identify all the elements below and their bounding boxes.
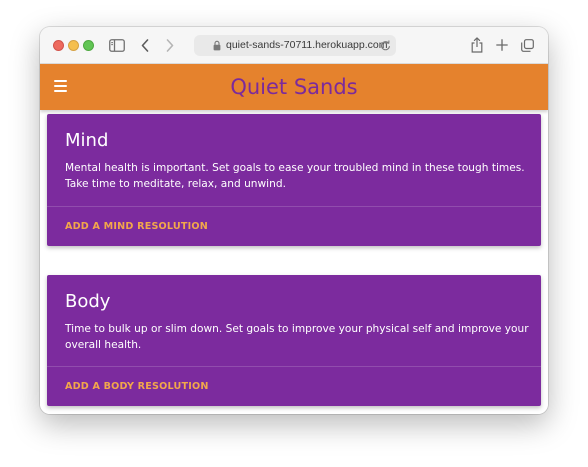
back-icon[interactable] [138, 36, 152, 54]
app-title: Quiet Sands [230, 75, 358, 99]
card-divider [47, 366, 541, 367]
zoom-window-button[interactable] [83, 40, 94, 51]
address-bar[interactable]: quiet-sands-70711.herokuapp.com [194, 35, 396, 56]
app-header: Quiet Sands [40, 64, 548, 110]
main-content: Mind Mental health is important. Set goa… [40, 110, 548, 414]
browser-toolbar: quiet-sands-70711.herokuapp.com [40, 27, 548, 64]
share-icon[interactable] [470, 36, 484, 54]
browser-window: quiet-sands-70711.herokuapp.com Quiet Sa… [40, 27, 548, 414]
card-title: Mind [65, 130, 109, 151]
card-divider [47, 206, 541, 207]
lock-icon [213, 40, 221, 51]
new-tab-icon[interactable] [495, 36, 509, 54]
minimize-window-button[interactable] [68, 40, 79, 51]
sidebar-icon[interactable] [108, 36, 126, 54]
add-mind-resolution-button[interactable]: ADD A MIND RESOLUTION [65, 221, 208, 232]
mind-card: Mind Mental health is important. Set goa… [47, 114, 541, 246]
close-window-button[interactable] [53, 40, 64, 51]
forward-icon[interactable] [163, 36, 177, 54]
add-body-resolution-button[interactable]: ADD A BODY RESOLUTION [65, 381, 209, 392]
body-card: Body Time to bulk up or slim down. Set g… [47, 275, 541, 406]
card-title: Body [65, 291, 111, 312]
card-description: Mental health is important. Set goals to… [65, 162, 525, 190]
reload-icon[interactable] [380, 40, 391, 51]
tabs-overview-icon[interactable] [520, 36, 534, 54]
card-description: Time to bulk up or slim down. Set goals … [65, 323, 529, 351]
url-text: quiet-sands-70711.herokuapp.com [226, 39, 388, 51]
